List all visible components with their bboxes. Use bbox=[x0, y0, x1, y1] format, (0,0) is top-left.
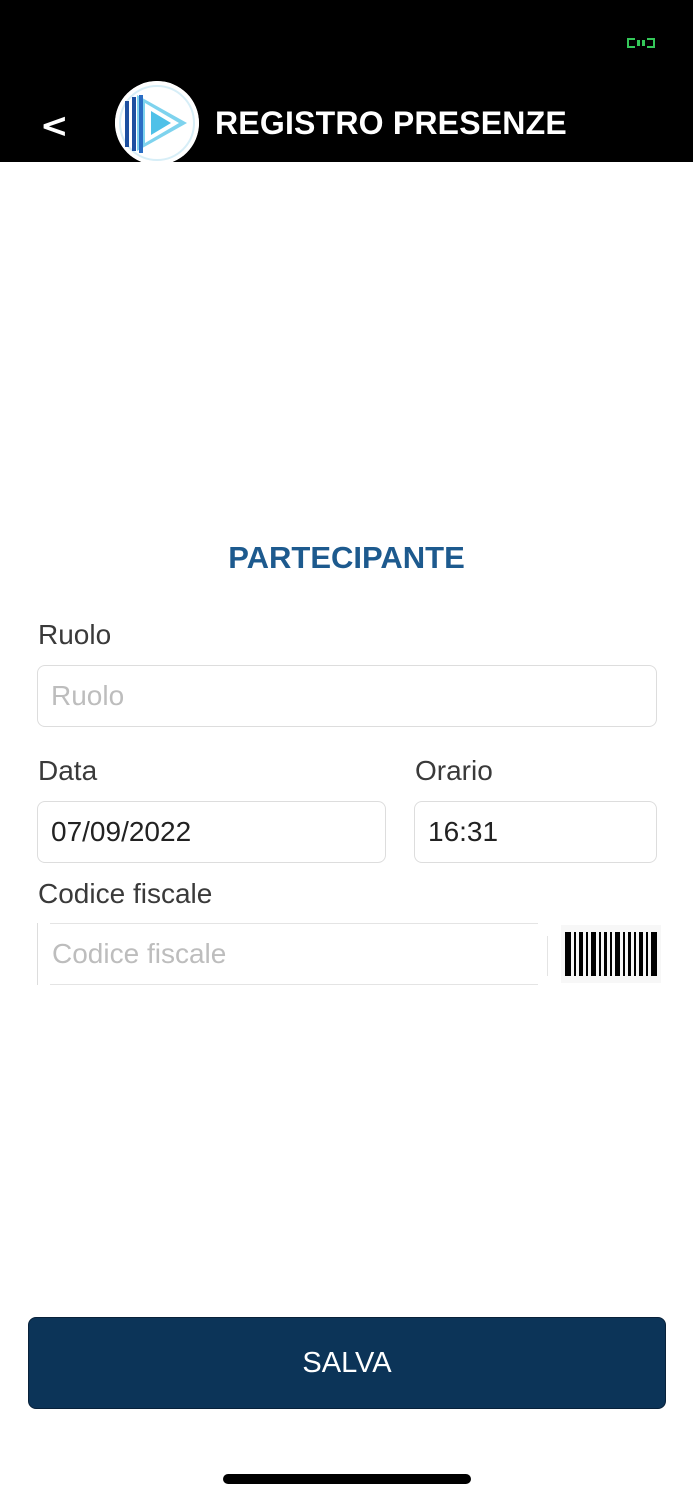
app-title: REGISTRO PRESENZE bbox=[215, 105, 567, 141]
barcode-icon bbox=[565, 932, 657, 976]
section-title: PARTECIPANTE bbox=[228, 540, 465, 575]
play-triangle-logo-icon bbox=[115, 81, 199, 165]
save-button[interactable]: SALVA bbox=[28, 1317, 666, 1409]
back-button[interactable]: < bbox=[40, 104, 80, 148]
data-input[interactable] bbox=[37, 801, 386, 863]
ruolo-input[interactable] bbox=[37, 665, 657, 727]
codice-fiscale-input[interactable] bbox=[50, 923, 538, 985]
codice-fiscale-field bbox=[37, 923, 538, 985]
ruolo-label: Ruolo bbox=[38, 619, 112, 650]
orario-label: Orario bbox=[415, 755, 493, 786]
home-indicator[interactable] bbox=[223, 1474, 471, 1484]
field-divider bbox=[547, 936, 548, 976]
data-label: Data bbox=[38, 755, 98, 786]
screen-record-indicator-icon bbox=[627, 38, 655, 48]
orario-input[interactable] bbox=[414, 801, 657, 863]
barcode-scan-button[interactable] bbox=[561, 925, 661, 983]
app-header: < REGISTRO PRESENZE bbox=[0, 0, 693, 165]
codice-fiscale-label: Codice fiscale bbox=[38, 878, 213, 909]
